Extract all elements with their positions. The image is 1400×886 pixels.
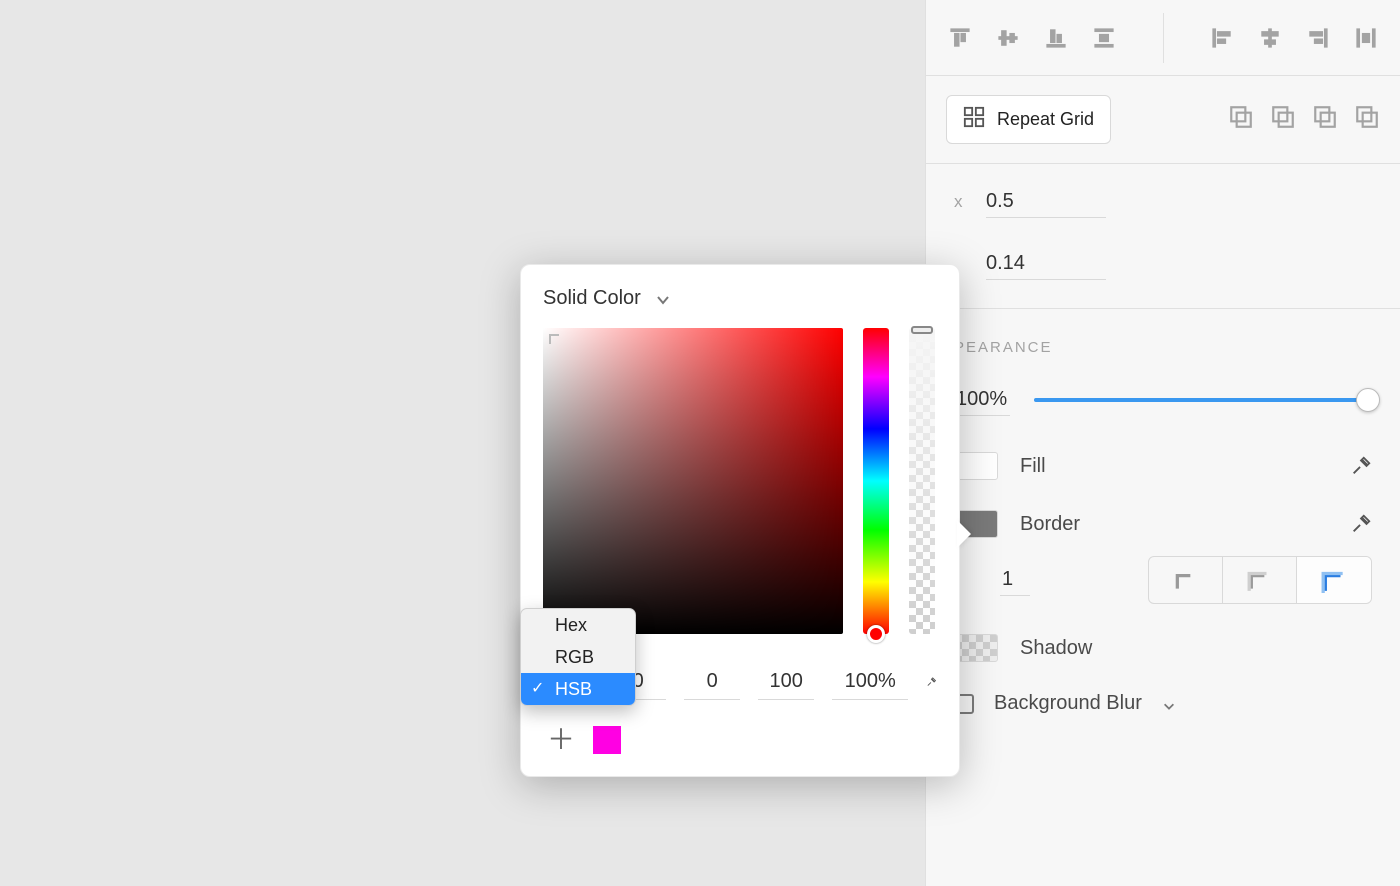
border-options-row: 1	[1000, 556, 1372, 604]
menu-item-label: Hex	[555, 615, 587, 636]
repeat-grid-icon	[963, 106, 985, 133]
align-bottom-icon[interactable]	[1042, 26, 1070, 50]
border-align-segmented	[1148, 556, 1372, 604]
brightness-input[interactable]: 100	[758, 664, 814, 700]
hue-slider-handle[interactable]	[867, 625, 885, 643]
saved-swatches-row: ＋	[543, 726, 937, 754]
border-size-input[interactable]: 1	[1000, 564, 1030, 596]
boolean-operations-group	[1228, 104, 1380, 135]
border-align-inner-icon[interactable]	[1149, 557, 1223, 603]
color-mode-label: Solid Color	[543, 287, 641, 310]
alpha-slider[interactable]	[909, 328, 935, 634]
y-position-input[interactable]: 0.14	[986, 248, 1106, 280]
opacity-input[interactable]: 100%	[954, 384, 1010, 416]
border-row: Border	[954, 510, 1372, 538]
border-label: Border	[1020, 513, 1080, 536]
chevron-down-icon[interactable]	[1162, 697, 1176, 711]
toolbar-divider	[1163, 13, 1164, 63]
boolean-intersect-icon[interactable]	[1312, 104, 1338, 135]
repeat-grid-label: Repeat Grid	[997, 109, 1094, 130]
border-align-outer-icon[interactable]	[1297, 557, 1371, 603]
border-align-center-icon[interactable]	[1223, 557, 1297, 603]
border-eyedropper-icon[interactable]	[1350, 513, 1372, 535]
repeat-grid-row: Repeat Grid	[926, 76, 1400, 164]
checkmark-icon: ✓	[531, 678, 544, 698]
inspector-panel: Repeat Grid X 0.5 0.14 PEARANCE 100%	[925, 0, 1400, 886]
color-mode-option-rgb[interactable]: RGB	[521, 641, 635, 673]
saved-swatch[interactable]	[593, 726, 621, 754]
distribute-horizontal-icon[interactable]	[1352, 26, 1380, 50]
color-mode-option-hex[interactable]: Hex	[521, 609, 635, 641]
boolean-exclude-icon[interactable]	[1354, 104, 1380, 135]
x-position-input[interactable]: 0.5	[986, 186, 1106, 218]
saturation-input[interactable]: 0	[684, 664, 740, 700]
hue-slider[interactable]	[863, 328, 889, 634]
align-group-vertical	[946, 26, 1118, 50]
color-mode-dropdown[interactable]: Solid Color	[543, 287, 937, 310]
opacity-slider-track	[1034, 398, 1372, 402]
fill-color-swatch[interactable]	[954, 452, 998, 480]
fill-row: Fill	[954, 452, 1372, 480]
fill-eyedropper-icon[interactable]	[1350, 455, 1372, 477]
color-field-handle[interactable]	[549, 334, 559, 344]
align-right-icon[interactable]	[1304, 26, 1332, 50]
shadow-color-swatch[interactable]	[954, 634, 998, 662]
fill-label: Fill	[1020, 455, 1046, 478]
opacity-slider[interactable]	[1034, 390, 1372, 410]
picker-eyedropper-icon[interactable]	[926, 671, 937, 693]
alpha-input[interactable]: 100%	[832, 664, 908, 700]
menu-item-label: HSB	[555, 679, 592, 700]
position-section: X 0.5 0.14	[926, 164, 1400, 309]
shadow-row: Shadow	[954, 634, 1372, 662]
align-middle-icon[interactable]	[994, 26, 1022, 50]
color-mode-option-hsb[interactable]: ✓ HSB	[521, 673, 635, 705]
x-axis-label: X	[954, 192, 968, 212]
background-blur-row: Background Blur	[954, 692, 1372, 715]
distribute-vertical-icon[interactable]	[1090, 26, 1118, 50]
alpha-slider-handle[interactable]	[911, 326, 933, 334]
boolean-subtract-icon[interactable]	[1270, 104, 1296, 135]
appearance-section: PEARANCE 100% Fill Border 1	[926, 309, 1400, 735]
opacity-slider-thumb[interactable]	[1356, 388, 1380, 412]
chevron-down-icon	[655, 291, 671, 307]
repeat-grid-button[interactable]: Repeat Grid	[946, 95, 1111, 144]
align-top-icon[interactable]	[946, 26, 974, 50]
shadow-label: Shadow	[1020, 637, 1092, 660]
align-group-horizontal	[1208, 26, 1380, 50]
boolean-union-icon[interactable]	[1228, 104, 1254, 135]
add-swatch-button[interactable]: ＋	[543, 726, 579, 754]
menu-item-label: RGB	[555, 647, 594, 668]
alignment-toolbar	[926, 0, 1400, 76]
color-saturation-brightness-field[interactable]	[543, 328, 843, 634]
align-left-icon[interactable]	[1208, 26, 1236, 50]
opacity-row: 100%	[954, 384, 1372, 416]
align-center-icon[interactable]	[1256, 26, 1284, 50]
color-mode-menu: Hex RGB ✓ HSB	[520, 608, 636, 706]
background-blur-label: Background Blur	[994, 692, 1142, 715]
appearance-section-title: PEARANCE	[954, 339, 1372, 356]
